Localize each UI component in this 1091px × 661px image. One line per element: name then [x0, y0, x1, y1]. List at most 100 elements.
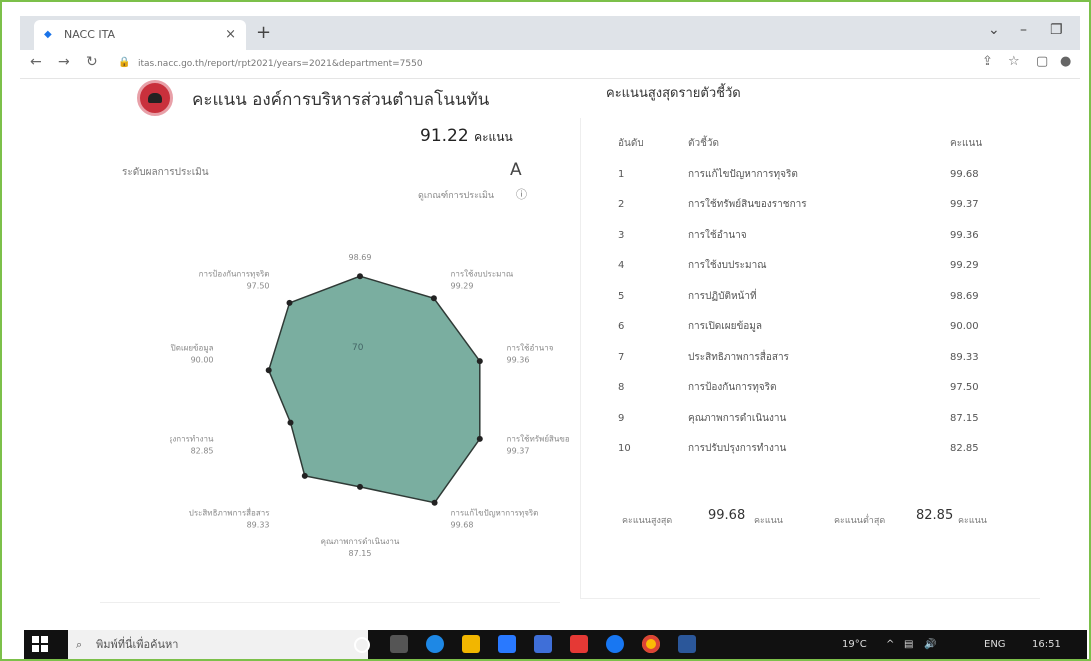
reload-icon[interactable]: ↻	[86, 54, 98, 70]
indicator-cell: การแก้ไขปัญหาการทุจริต	[688, 168, 798, 180]
taskbar-search-placeholder: พิมพ์ที่นี่เพื่อค้นหา	[96, 638, 179, 651]
header-rank: อันดับ	[618, 138, 644, 149]
radar-axis-value: 99.36	[507, 355, 530, 364]
radar-axis-label: การใช้ทรัพย์สินของราชการ	[507, 434, 571, 444]
radar-point[interactable]	[431, 499, 438, 506]
radar-axis-value: 99.29	[451, 281, 474, 290]
radar-axis-label: การแก้ไขปัญหาการทุจริต	[451, 509, 539, 518]
score-cell: 98.69	[950, 290, 979, 302]
criteria-link[interactable]: ดูเกณฑ์การประเมิน	[418, 188, 494, 202]
forward-icon[interactable]: →	[58, 54, 70, 70]
lock-icon: 🔒	[118, 57, 131, 68]
radar-point[interactable]	[357, 273, 363, 280]
radar-scale-label: 70	[352, 343, 364, 353]
panel-divider	[580, 118, 581, 598]
total-score-value: 91.22	[420, 126, 469, 146]
back-icon[interactable]: ←	[30, 54, 42, 70]
max-score-value: 99.68	[708, 508, 746, 523]
header-score: คะแนน	[950, 138, 983, 149]
mail-icon[interactable]	[534, 635, 552, 653]
table-row: 4 การใช้งบประมาณ 99.29	[606, 252, 1026, 283]
edge-icon[interactable]	[426, 635, 444, 653]
store-icon[interactable]	[498, 635, 516, 653]
taskbar-search-input[interactable]: ⌕ พิมพ์ที่นี่เพื่อค้นหา	[68, 630, 368, 659]
restore-icon[interactable]: ❐	[1050, 22, 1063, 38]
windows-start-icon[interactable]	[32, 636, 48, 652]
table-row: 9 คุณภาพการดำเนินงาน 87.15	[606, 405, 1026, 436]
radar-chart: 70การปฏิบัติหน้าที่98.69การใช้งบประมาณ99…	[170, 253, 571, 558]
table-row: 5 การปฏิบัติหน้าที่ 98.69	[606, 283, 1026, 314]
tab-close-icon[interactable]: ×	[225, 20, 236, 50]
url-field[interactable]: itas.nacc.go.th/report/rpt2021/years=202…	[138, 55, 978, 73]
radar-axis-label: ประสิทธิภาพการสื่อสาร	[189, 507, 270, 518]
radar-area	[267, 275, 481, 504]
max-score-label: คะแนนสูงสุด	[622, 516, 673, 526]
profile-icon[interactable]: ●	[1060, 54, 1071, 69]
radar-axis-value: 90.00	[191, 355, 214, 364]
rank-cell: 2	[618, 199, 625, 210]
table-header: อันดับ ตัวชี้วัด คะแนน	[606, 130, 1026, 161]
level-label: ระดับผลการประเมิน	[122, 167, 209, 178]
task-view-icon[interactable]	[390, 635, 408, 653]
score-cell: 99.37	[950, 199, 979, 210]
radar-point[interactable]	[357, 483, 363, 490]
radar-point[interactable]	[430, 295, 437, 302]
rank-cell: 9	[618, 412, 625, 424]
radar-axis-value: 82.85	[191, 447, 214, 456]
radar-point[interactable]	[476, 358, 483, 365]
table-row: 3 การใช้อำนาจ 99.36	[606, 222, 1026, 253]
min-score-value: 82.85	[916, 508, 954, 523]
file-explorer-icon[interactable]	[462, 635, 480, 653]
radar-point[interactable]	[476, 435, 483, 442]
radar-point[interactable]	[286, 299, 293, 306]
minimize-icon[interactable]: –	[1020, 22, 1027, 38]
word-icon[interactable]	[678, 635, 696, 653]
radar-point[interactable]	[265, 367, 272, 374]
radar-axis-value: 97.50	[247, 281, 270, 290]
info-icon[interactable]: ⓘ	[516, 186, 527, 202]
cortana-icon[interactable]	[354, 637, 370, 653]
bottom-divider-right	[580, 598, 1040, 599]
radar-axis-value: 99.37	[507, 447, 530, 456]
radar-axis-value: 87.15	[349, 549, 372, 558]
weather-temp[interactable]: 19°C	[842, 630, 867, 659]
score-cell: 82.85	[950, 443, 979, 454]
table-row: 8 การป้องกันการทุจริต 97.50	[606, 374, 1026, 405]
org-logo	[137, 80, 173, 116]
input-language[interactable]: ENG	[984, 630, 1006, 659]
address-bar: ← → ↻ 🔒 itas.nacc.go.th/report/rpt2021/y…	[20, 50, 1080, 79]
max-score-unit: คะแนน	[754, 516, 783, 526]
rank-cell: 7	[618, 351, 625, 363]
bookmark-star-icon[interactable]: ☆	[1008, 54, 1020, 69]
radar-axis-label: การใช้งบประมาณ	[451, 269, 514, 278]
clock-time[interactable]: 16:51	[1032, 630, 1061, 659]
network-icon[interactable]: ▤	[904, 630, 913, 659]
ranking-table: อันดับ ตัวชี้วัด คะแนน 1 การแก้ไขปัญหาการ…	[606, 130, 1026, 466]
chrome-icon[interactable]	[642, 635, 660, 653]
radar-point[interactable]	[301, 472, 308, 479]
facebook-icon[interactable]	[606, 635, 624, 653]
rank-cell: 5	[618, 290, 625, 302]
radar-point[interactable]	[287, 419, 294, 426]
indicator-cell: การป้องกันการทุจริต	[688, 382, 777, 393]
browser-tab[interactable]: ◆ NACC ITA ×	[34, 20, 246, 50]
radar-axis-label: การใช้อำนาจ	[507, 343, 554, 352]
share-icon[interactable]: ⇪	[982, 54, 993, 69]
volume-icon[interactable]: 🔊	[924, 630, 936, 659]
ranking-title: คะแนนสูงสุดรายตัวชี้วัด	[606, 86, 741, 101]
rank-cell: 6	[618, 321, 625, 332]
rank-cell: 1	[618, 168, 625, 180]
score-cell: 87.15	[950, 412, 979, 424]
min-score-label: คะแนนต่ำสุด	[834, 516, 886, 526]
table-row: 2 การใช้ทรัพย์สินของราชการ 99.37	[606, 191, 1026, 222]
new-tab-icon[interactable]: +	[256, 20, 271, 46]
tab-search-icon[interactable]: ⌄	[988, 22, 1000, 38]
table-row: 7 ประสิทธิภาพการสื่อสาร 89.33	[606, 344, 1026, 375]
org-title: คะแนน องค์การบริหารส่วนตำบลโนนทัน	[192, 90, 490, 110]
radar-axis-label: การเปิดเผยข้อมูล	[170, 343, 214, 353]
rank-cell: 4	[618, 260, 625, 271]
extensions-icon[interactable]: ▢	[1036, 54, 1048, 69]
app-red-icon[interactable]	[570, 635, 588, 653]
tray-chevron-icon[interactable]: ^	[886, 630, 894, 659]
search-icon: ⌕	[76, 638, 83, 651]
